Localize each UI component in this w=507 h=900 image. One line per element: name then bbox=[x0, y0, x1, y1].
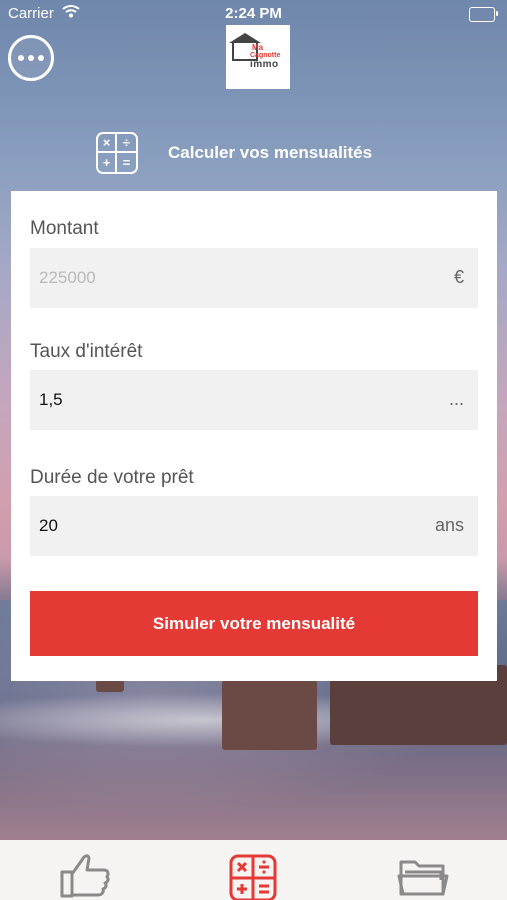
duration-value: 20 bbox=[39, 516, 58, 535]
tab-bar bbox=[0, 840, 507, 900]
folder-icon bbox=[397, 860, 449, 896]
simulate-button[interactable]: Simuler votre mensualité bbox=[30, 591, 478, 656]
calculator-icon: × ÷ + = bbox=[96, 132, 138, 174]
rate-suffix: ... bbox=[448, 389, 464, 409]
status-bar: Carrier 2:24 PM bbox=[0, 0, 507, 28]
tab-calculator[interactable] bbox=[225, 850, 285, 900]
duration-suffix: ans bbox=[434, 515, 464, 535]
logo-text-ma: Ma bbox=[252, 43, 264, 52]
euro-suffix: € bbox=[453, 267, 464, 287]
thumbs-up-icon bbox=[60, 854, 110, 898]
menu-button[interactable] bbox=[8, 35, 54, 81]
duration-label: Durée de votre prêt bbox=[30, 467, 194, 488]
calculator-icon bbox=[229, 854, 277, 900]
loan-form-card: Montant 225000 € Taux d'intérêt 1,5 ... … bbox=[11, 191, 497, 681]
page-heading: × ÷ + = Calculer vos mensualités bbox=[96, 130, 372, 176]
amount-field[interactable]: 225000 € bbox=[30, 248, 478, 308]
logo-text-cagnotte: Cagnotte bbox=[250, 52, 281, 59]
status-time: 2:24 PM bbox=[225, 5, 282, 22]
background-pier bbox=[96, 680, 124, 692]
battery-icon bbox=[469, 7, 498, 22]
more-dots-icon bbox=[18, 55, 24, 61]
tab-thumbs-up[interactable] bbox=[58, 850, 118, 900]
rate-value: 1,5 bbox=[39, 390, 63, 409]
amount-label: Montant bbox=[30, 218, 99, 239]
background-pier bbox=[222, 680, 317, 750]
rate-field[interactable]: 1,5 ... bbox=[30, 370, 478, 430]
amount-placeholder: 225000 bbox=[39, 268, 96, 287]
app-logo: Ma Cagnotte immo bbox=[226, 25, 290, 89]
rate-label: Taux d'intérêt bbox=[30, 341, 143, 362]
logo-text-immo: immo bbox=[250, 59, 279, 70]
page-title: Calculer vos mensualités bbox=[168, 143, 373, 162]
duration-field[interactable]: 20 ans bbox=[30, 496, 478, 556]
tab-folder[interactable] bbox=[395, 850, 455, 900]
